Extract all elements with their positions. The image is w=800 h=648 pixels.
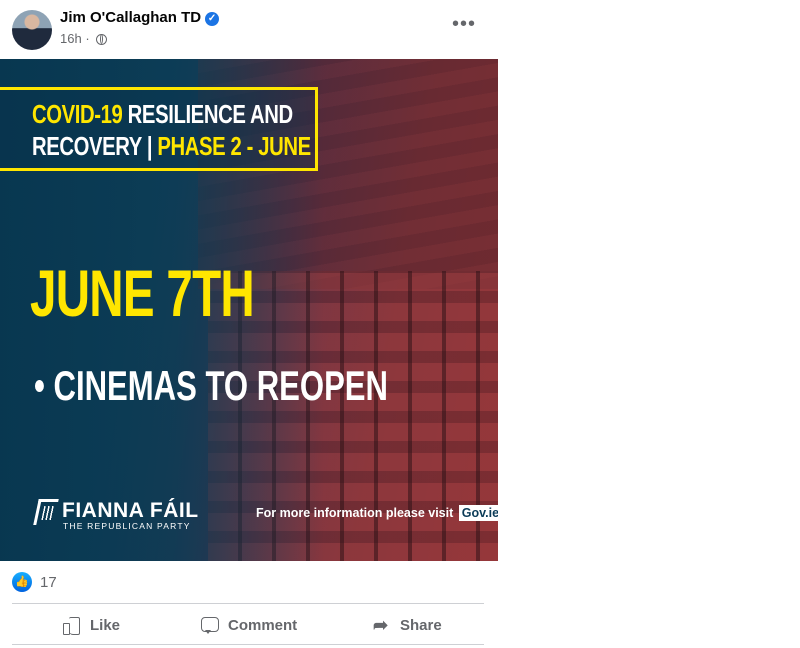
headline-date: JUNE 7TH [30,256,255,330]
post-time[interactable]: 16h [60,31,82,46]
author-avatar[interactable] [12,10,52,50]
author-name-row: Jim O'Callaghan TD ✓ [60,9,220,26]
bullet-dot: • [34,362,45,409]
like-reaction-icon: 👍 [12,572,32,592]
share-label: Share [400,616,442,634]
title-covid: COVID-19 [32,99,123,129]
more-options-icon[interactable]: ••• [452,14,476,34]
reaction-count: 17 [40,574,57,591]
share-icon [372,615,392,635]
facebook-post: Jim O'Callaghan TD ✓ 16h · ••• COVID-19 R… [0,0,500,648]
action-bar: Like Comment Share [0,610,498,640]
gov-link: Gov.ie [458,505,498,521]
comment-button[interactable]: Comment [200,610,297,640]
logo-subtitle: THE REPUBLICAN PARTY [63,521,191,531]
more-info-label: For more information please visit [256,506,454,520]
author-name[interactable]: Jim O'Callaghan TD [60,9,201,26]
globe-icon [96,34,108,45]
post-meta: 16h · [60,31,108,46]
comment-label: Comment [228,616,298,634]
title-line-1: COVID-19 RESILIENCE AND [32,99,293,130]
title-resilience: RESILIENCE AND [127,99,293,129]
title-line-2: RECOVERY | PHASE 2 - JUNE [32,131,311,162]
logo-name: FIANNA FÁIL [62,499,199,522]
thumbs-up-icon [62,615,82,635]
like-label: Like [90,616,121,634]
share-button[interactable]: Share [372,610,442,640]
post-image[interactable]: COVID-19 RESILIENCE AND RECOVERY | PHASE… [0,59,498,561]
verified-badge-icon: ✓ [205,12,220,26]
divider-bottom [12,644,484,645]
title-phase: PHASE 2 - JUNE [157,131,311,161]
comment-icon [200,615,220,635]
like-button[interactable]: Like [62,610,120,640]
divider-top [12,603,484,604]
bullet-item: • CINEMAS TO REOPEN [34,362,388,410]
bullet-text: CINEMAS TO REOPEN [53,362,388,409]
title-recovery: RECOVERY | [32,131,153,161]
meta-separator: · [85,31,90,46]
more-info-text: For more information please visit Gov.ie [256,505,498,521]
